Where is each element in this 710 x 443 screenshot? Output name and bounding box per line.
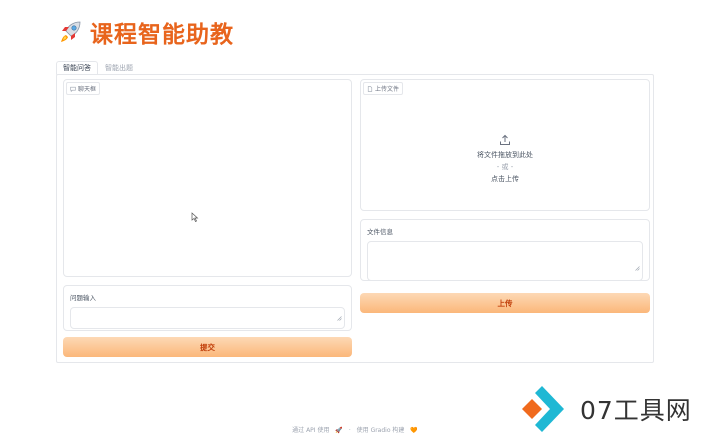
question-label: 问题输入 bbox=[70, 294, 96, 302]
chatbot-label: 聊天框 bbox=[66, 82, 101, 95]
watermark-logo-icon bbox=[522, 386, 564, 432]
upload-click-text[interactable]: 点击上传 bbox=[361, 173, 649, 185]
tab-qa[interactable]: 智能问答 bbox=[56, 61, 98, 75]
file-info-label: 文件信息 bbox=[367, 228, 393, 236]
upload-prompt: 将文件拖放到此处 - 或 - 点击上传 bbox=[361, 134, 649, 185]
rocket-icon bbox=[61, 21, 81, 42]
resize-handle-icon[interactable] bbox=[337, 316, 342, 321]
upload-icon bbox=[500, 134, 510, 145]
file-info-group: 文件信息 bbox=[360, 219, 650, 281]
question-input-group: 问题输入 bbox=[63, 285, 352, 331]
upload-label: 上传文件 bbox=[363, 82, 404, 95]
app-root: 课程智能助教 智能问答 智能出题 聊天框 上传文件 将文件拖放到此处 - 或 -… bbox=[0, 0, 710, 443]
question-textarea[interactable] bbox=[70, 307, 345, 329]
upload-or-text: - 或 - bbox=[496, 163, 514, 171]
resize-handle-icon[interactable] bbox=[635, 266, 640, 271]
submit-button[interactable]: 提交 bbox=[63, 337, 352, 357]
footer-separator: · bbox=[348, 427, 351, 434]
footer-api-link[interactable]: 通过 API 使用 bbox=[292, 427, 329, 434]
file-info-textarea[interactable] bbox=[367, 241, 643, 281]
gradio-logo-icon: 🧡 bbox=[410, 427, 418, 434]
tab-bar: 智能问答 智能出题 bbox=[56, 61, 140, 75]
upload-label-text: 上传文件 bbox=[375, 86, 400, 93]
file-icon bbox=[367, 85, 373, 92]
tab-panel: 聊天框 上传文件 将文件拖放到此处 - 或 - 点击上传 文件信息 上传 问题输… bbox=[56, 74, 654, 363]
tab-question-gen[interactable]: 智能出题 bbox=[98, 61, 140, 75]
upload-button[interactable]: 上传 bbox=[360, 293, 650, 313]
footer-gradio-link[interactable]: 使用 Gradio 构建 bbox=[357, 427, 405, 434]
app-header: 课程智能助教 bbox=[58, 16, 234, 48]
page-title: 课程智能助教 bbox=[90, 22, 234, 48]
chat-icon bbox=[70, 86, 76, 92]
mouse-cursor-icon bbox=[191, 212, 199, 222]
rocket-small-icon: 🚀 bbox=[335, 427, 343, 434]
watermark-text: 07工具网 bbox=[580, 396, 692, 425]
chatbot-box: 聊天框 bbox=[63, 79, 352, 277]
file-upload-dropzone[interactable]: 上传文件 将文件拖放到此处 - 或 - 点击上传 bbox=[360, 79, 650, 211]
upload-drop-text: 将文件拖放到此处 bbox=[477, 151, 533, 159]
watermark: 07工具网 bbox=[518, 384, 692, 434]
chatbot-label-text: 聊天框 bbox=[78, 86, 97, 93]
